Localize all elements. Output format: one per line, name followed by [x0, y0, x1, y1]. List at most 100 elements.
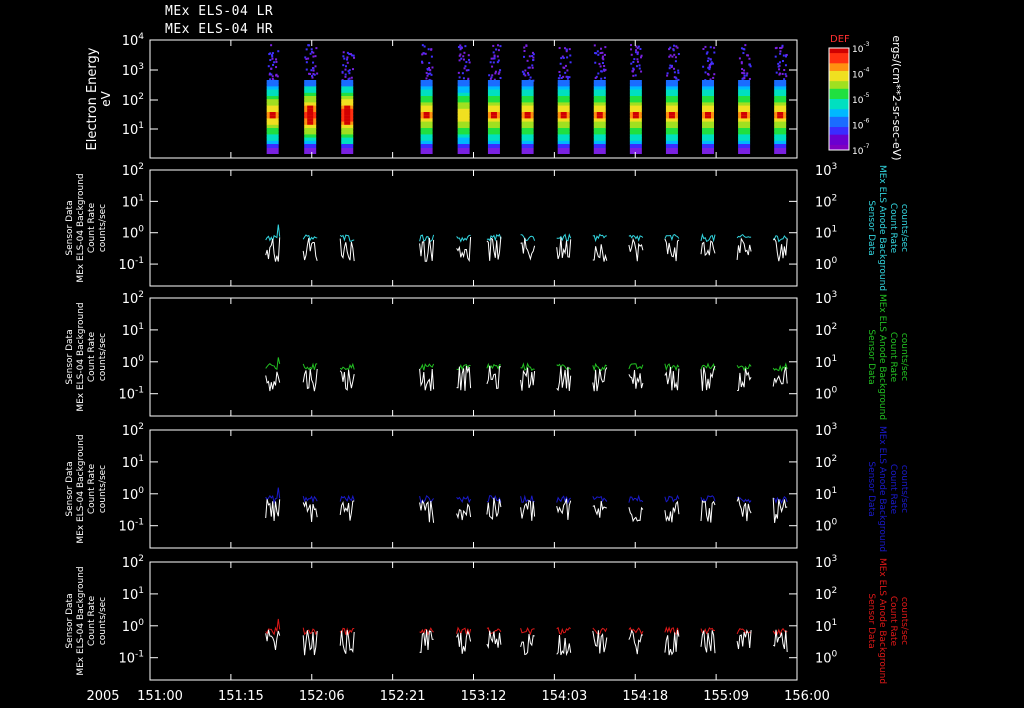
panel-3-right-label-1: Sensor Data — [866, 461, 876, 516]
x-tick-label-5: 153:12 — [461, 689, 507, 704]
panel-3-right-label-2: MEx ELS Anode Background — [877, 426, 887, 552]
panel-2-right-tick-4: 100 — [815, 386, 838, 403]
panel-1-anode-trace-12 — [700, 233, 716, 243]
spectrogram-pass-5 — [457, 44, 471, 154]
panel-3-background-trace-12 — [700, 499, 716, 523]
panel-4-left-label-2: MEx ELS-04 Background — [76, 566, 86, 675]
panel-4-anode-trace-9 — [592, 627, 608, 635]
panel-4-left-tick-1: 102 — [122, 554, 144, 571]
x-tick-label-6: 154:03 — [542, 689, 588, 704]
spectrogram-pass-12 — [702, 45, 716, 154]
colorbar — [829, 48, 849, 151]
spectrogram-pass-3 — [341, 51, 356, 154]
spectrogram-pass-2 — [304, 44, 319, 154]
panel-3-anode-trace-3 — [339, 494, 355, 502]
panel-4-right-label-1: Sensor Data — [866, 593, 876, 648]
panel-1-right-tick-3: 101 — [815, 225, 837, 242]
panel-3-frame — [149, 429, 798, 549]
spectrogram-pass-1 — [266, 44, 280, 154]
panel-1-right-tick-2: 102 — [815, 193, 837, 210]
panel-1-right-tick-1: 103 — [815, 162, 837, 179]
spectrogram-pass-14 — [774, 44, 788, 154]
panel-3-left-tick-3: 100 — [122, 486, 145, 503]
panel-3-left-label-2: MEx ELS-04 Background — [76, 434, 86, 543]
x-tick-label-3: 152:06 — [299, 689, 345, 704]
spectrogram-yunit: eV — [99, 90, 113, 106]
panel-3-right-tick-2: 102 — [815, 454, 837, 471]
x-tick-label-1: 151:00 — [137, 689, 183, 704]
x-year-label: 2005 — [86, 689, 119, 704]
panel-3-right-label-3: Count Rate — [888, 464, 898, 515]
panel-2-right-label-3: Count Rate — [888, 332, 898, 383]
panel-3-background-trace-2 — [302, 501, 318, 522]
panel-2-right-label-4: counts/sec — [899, 333, 909, 381]
panel-2-background-trace-8 — [556, 366, 572, 392]
panel-2-left-tick-4: 10-1 — [118, 386, 144, 403]
panel-2-background-trace-3 — [339, 369, 355, 391]
panel-2-left-label-3: Count Rate — [87, 331, 97, 382]
panel-2-background-trace-6 — [486, 365, 502, 390]
panel-4-background-trace-3 — [339, 630, 355, 654]
panel-1-anode-trace-8 — [556, 233, 572, 242]
panel-1-background-trace-2 — [302, 237, 318, 261]
panel-3-background-trace-3 — [339, 500, 355, 521]
panel-1-background-trace-1 — [265, 237, 281, 262]
panel-1-background-trace-3 — [339, 238, 355, 262]
panel-1-right-tick-4: 100 — [815, 256, 838, 273]
panel-2-anode-trace-3 — [339, 362, 355, 371]
panel-1-anode-trace-13 — [736, 233, 752, 239]
panel-1-left-tick-1: 102 — [122, 162, 144, 179]
panel-2-anode-trace-2 — [302, 362, 318, 371]
panel-1-left-label-2: MEx ELS-04 Background — [76, 173, 86, 282]
x-tick-label-2: 151:15 — [218, 689, 264, 704]
panel-4-right-label-4: counts/sec — [899, 597, 909, 645]
panel-1-anode-trace-5 — [456, 234, 471, 243]
panel-3-left-label-4: counts/sec — [98, 465, 108, 513]
panel-1-background-trace-9 — [592, 244, 608, 262]
panel-4-right-tick-3: 101 — [815, 618, 837, 635]
panel-1-frame — [149, 169, 798, 287]
panel-2-left-label-4: counts/sec — [98, 333, 108, 381]
spectrogram-ytick-4: 101 — [122, 121, 144, 138]
panel-4-background-trace-4 — [419, 629, 434, 653]
panel-3-anode-trace-9 — [592, 495, 608, 503]
spectrogram-pass-6 — [487, 44, 502, 154]
panel-1-left-tick-3: 100 — [122, 225, 145, 242]
panel-3-anode-trace-4 — [419, 494, 434, 505]
panel-1-anode-trace-7 — [520, 234, 536, 242]
spectrogram-pass-10 — [629, 44, 643, 154]
spectrogram-pass-4 — [420, 44, 434, 154]
panel-1-right-label-2: MEx ELS Anode Background — [877, 165, 887, 291]
panel-3-background-trace-9 — [592, 500, 607, 518]
panel-1-right-label-4: counts/sec — [899, 204, 909, 252]
panel-2-anode-trace-13 — [736, 363, 752, 372]
panel-1-anode-trace-6 — [486, 233, 502, 242]
panel-1-anode-trace-11 — [664, 234, 680, 242]
panel-3-right-tick-4: 100 — [815, 518, 838, 535]
panel-2-background-trace-13 — [736, 368, 752, 392]
panel-4-anode-trace-7 — [520, 626, 535, 636]
spectrogram-ytick-1: 104 — [122, 32, 145, 49]
panel-2-background-trace-1 — [265, 371, 281, 392]
panel-2-anode-trace-4 — [419, 363, 435, 371]
panel-4-left-tick-3: 100 — [122, 618, 145, 635]
panel-1-right-label-1: Sensor Data — [866, 200, 876, 255]
panel-1-background-trace-13 — [736, 237, 752, 260]
panel-4-left-tick-2: 101 — [122, 586, 144, 603]
panel-1-left-tick-2: 101 — [122, 193, 144, 210]
panel-2-anode-trace-12 — [700, 362, 716, 371]
colorbar-tick-4: 10-6 — [852, 118, 870, 132]
panel-2-right-tick-3: 101 — [815, 354, 837, 371]
panel-1-anode-trace-10 — [628, 234, 644, 242]
panel-2-background-trace-4 — [419, 368, 435, 391]
spectrogram-ytick-2: 103 — [122, 62, 144, 79]
panel-4-right-label-3: Count Rate — [888, 596, 898, 647]
panel-4-background-trace-12 — [700, 630, 716, 654]
panel-2-background-trace-11 — [664, 367, 680, 391]
panel-2-right-label-1: Sensor Data — [866, 329, 876, 384]
panel-1-anode-trace-2 — [302, 234, 318, 242]
colorbar-tick-1: 10-3 — [852, 41, 870, 55]
colorbar-tick-2: 10-4 — [852, 67, 870, 81]
panel-3-background-trace-5 — [456, 503, 472, 521]
panel-1-anode-trace-9 — [592, 233, 607, 243]
